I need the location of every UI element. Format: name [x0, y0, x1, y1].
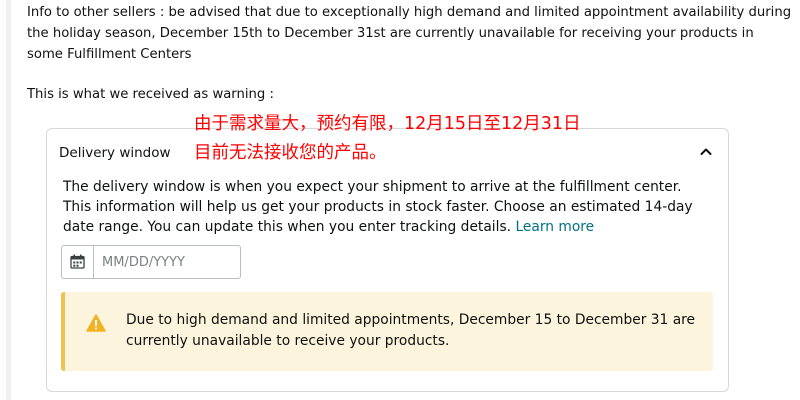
post-left-border — [6, 0, 11, 400]
calendar-icon — [70, 254, 85, 269]
learn-more-link[interactable]: Learn more — [515, 219, 594, 235]
unavailable-dates-alert: Due to high demand and limited appointme… — [61, 292, 713, 371]
date-input[interactable] — [102, 252, 232, 272]
seller-notice-text: Info to other sellers : be advised that … — [27, 5, 792, 62]
warning-icon — [86, 314, 106, 332]
forum-post-body: Info to other sellers : be advised that … — [27, 2, 792, 65]
warning-intro-text: This is what we received as warning : — [27, 87, 274, 102]
delivery-window-description: The delivery window is when you expect y… — [63, 177, 703, 237]
description-text: The delivery window is when you expect y… — [63, 179, 693, 235]
delivery-date-field[interactable] — [61, 245, 241, 279]
chinese-translation-annotation: 由于需求量大，预约有限，12月15日至12月31日 目前无法接收您的产品。 — [194, 114, 581, 163]
alert-message: Due to high demand and limited appointme… — [126, 312, 696, 349]
delivery-window-title: Delivery window — [59, 145, 171, 161]
calendar-button[interactable] — [62, 246, 94, 278]
